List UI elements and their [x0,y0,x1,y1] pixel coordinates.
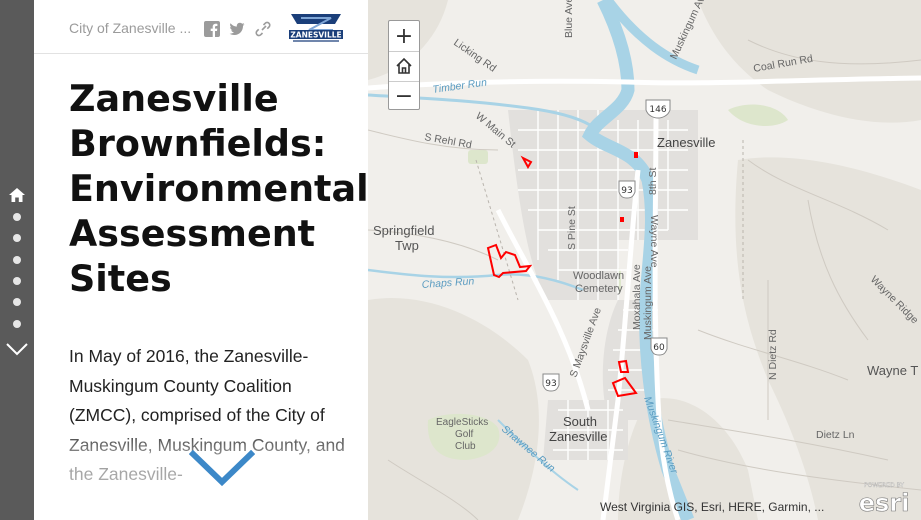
esri-powered-text: POWERED BY [864,482,904,489]
muskingum-ave-south-label: Muskingum Ave [642,266,654,340]
section-dot[interactable] [13,298,21,306]
facebook-icon[interactable] [204,21,220,37]
city-logo[interactable]: ZANESVILLE [287,10,345,47]
org-name[interactable]: City of Zanesville ... [69,20,191,36]
scroll-down-chevron-icon[interactable] [189,450,255,488]
story-nav-rail [0,0,34,520]
south-zanesville-label-line2: Zanesville [549,429,608,444]
route-146-label: 146 [649,105,666,115]
section-dot[interactable] [13,213,21,221]
zoom-in-button[interactable]: + [389,21,419,51]
esri-brand-text: esri [859,489,910,515]
springfield-twp-label-line2: Twp [395,238,419,253]
story-header: City of Zanesville ... ZANESVILLE [34,0,368,54]
basemap: 146 93 60 93 Licking Rd W Main St S Rehl… [368,0,921,520]
eaglesticks-label-line1: EagleSticks [436,417,489,428]
brownfield-site-4[interactable] [620,217,624,222]
8th-st-label: 8th St [647,167,659,195]
route-93-label: 93 [621,186,632,196]
wayne-ave-label: Wayne Ave [648,215,660,268]
s-maysville-ave-label: S Maysville Ave [568,306,604,379]
section-dot[interactable] [13,320,21,328]
section-dot[interactable] [13,256,21,264]
blue-ave-label: Blue Ave [563,0,575,38]
s-rehl-rd-label: S Rehl Rd [423,131,472,151]
zoom-control: + − [388,20,420,110]
route-60-label: 60 [653,343,665,353]
eaglesticks-label-line3: Club [455,441,476,452]
link-icon[interactable] [255,21,271,37]
home-extent-icon [396,57,412,74]
story-panel: City of Zanesville ... ZANESVILLE Zanesv… [34,0,368,520]
woodlawn-cemetery-label-line2: Cemetery [575,283,623,295]
story-map-app: City of Zanesville ... ZANESVILLE Zanesv… [0,0,921,520]
zanesville-label: Zanesville [657,135,716,150]
logo-wordmark: ZANESVILLE [290,31,341,40]
south-zanesville-label-line1: South [563,414,597,429]
story-title: Zanesville Brownfields: Environmental As… [69,77,368,300]
map-attribution[interactable]: West Virginia GIS, Esri, HERE, Garmin, .… [600,500,824,514]
woodlawn-cemetery-label-line1: Woodlawn [573,270,625,282]
section-dot[interactable] [13,234,21,242]
map-view[interactable]: 146 93 60 93 Licking Rd W Main St S Rehl… [368,0,921,520]
chevron-down-icon[interactable] [5,341,29,357]
eaglesticks-label-line2: Golf [455,429,474,440]
zoom-out-button[interactable]: − [389,81,419,111]
n-dietz-rd-label: N Dietz Rd [767,329,779,380]
chaps-run-label: Chaps Run [421,275,474,291]
licking-rd-label: Licking Rd [451,37,498,75]
home-icon[interactable] [8,186,26,204]
brownfield-site-3[interactable] [634,152,638,158]
twitter-icon[interactable] [229,21,245,37]
dietz-ln-label: Dietz Ln [816,429,855,441]
esri-logo-icon[interactable]: POWERED BY esri [852,479,916,515]
springfield-twp-label-line1: Springfield [373,223,435,238]
route-93-south-label: 93 [545,379,556,389]
home-extent-button[interactable] [389,51,419,81]
section-dot[interactable] [13,277,21,285]
wayne-twp-label: Wayne T [867,363,919,378]
s-pine-st-label: S Pine St [566,206,578,250]
timber-run-label: Timber Run [432,76,488,96]
